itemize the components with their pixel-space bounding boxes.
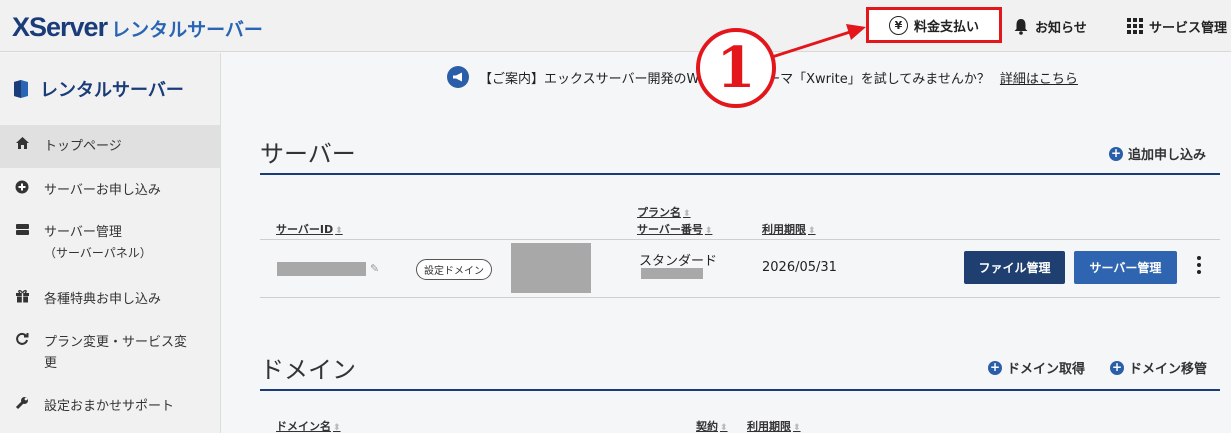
transfer-domain-link[interactable]: + ドメイン移管 [1110, 358, 1207, 377]
expiry-value: 2026/05/31 [762, 260, 837, 275]
sidebar-item-label: 設定おまかせサポート [44, 399, 175, 414]
sidebar-item-label: サーバー管理 [44, 225, 122, 240]
sidebar-item-benefits[interactable]: 各種特典お申し込み [0, 278, 220, 322]
add-server-label: 追加申し込み [1128, 148, 1207, 163]
top-header: XServer レンタルサーバー ¥ 料金支払い お知らせ サービス管理 [0, 0, 1231, 52]
col-domain-name[interactable]: ドメイン名 ⬍ [276, 418, 341, 433]
add-server-link[interactable]: + 追加申し込み [1109, 144, 1206, 163]
col-contract[interactable]: 契約 ⬍ [696, 418, 728, 433]
sort-icon: ⬍ [793, 423, 801, 433]
server-number-redacted [641, 268, 703, 279]
home-icon [14, 136, 30, 154]
domain-redacted [511, 243, 591, 293]
server-id-redacted [277, 262, 366, 276]
wrench-icon [14, 396, 30, 414]
plus-circle-icon [14, 180, 30, 198]
announcement-details-link[interactable]: 詳細はこちら [1000, 68, 1078, 87]
plus-circle-icon: + [1110, 359, 1124, 375]
sidebar-item-setup-support[interactable]: 設定おまかせサポート [0, 386, 220, 430]
sidebar-title-label: レンタルサーバー [40, 80, 184, 101]
table-header-rule [260, 239, 1220, 240]
sidebar-item-server-apply[interactable]: サーバーお申し込み [0, 168, 220, 212]
sidebar-item-sublabel: （サーバーパネル） [44, 246, 152, 260]
payment-label: 料金支払い [913, 19, 979, 35]
grid-icon [1127, 18, 1143, 34]
col-expiry[interactable]: 利用期限 ⬍ [762, 221, 816, 237]
col-server-id[interactable]: サーバーID ⬍ [276, 221, 343, 237]
server-section-title: サーバー [260, 140, 356, 168]
refresh-icon [14, 332, 30, 350]
domain-section-title: ドメイン [260, 356, 356, 384]
logo-sub-text: レンタルサーバー [111, 19, 263, 41]
col-plan-name[interactable]: プラン名 ⬍ [637, 204, 691, 220]
notice-label: お知らせ [1035, 20, 1087, 36]
table-row-rule [260, 297, 1220, 298]
service-menu-button[interactable]: サービス管理 [1127, 0, 1227, 52]
sort-icon: ⬍ [335, 226, 343, 236]
sidebar-item-server-manage[interactable]: サーバー管理 （サーバーパネル） [0, 212, 220, 278]
sidebar-item-label: トップページ [44, 139, 122, 154]
server-panel-button[interactable]: サーバー管理 [1074, 251, 1177, 284]
plus-circle-icon: + [1109, 145, 1123, 161]
plan-name-value: スタンダード [639, 254, 718, 269]
annotation-step-marker: 1 [696, 28, 776, 108]
sidebar-item-label: プラン変更・サービス変 [44, 335, 188, 350]
sidebar-title[interactable]: レンタルサーバー [0, 53, 220, 125]
sidebar-item-sublabel: 更 [44, 356, 58, 371]
server-section-rule [260, 173, 1220, 175]
sort-icon: ⬍ [808, 226, 816, 236]
bell-icon [1014, 18, 1028, 35]
sidebar-item-plan-change[interactable]: プラン変更・サービス変 更 [0, 322, 220, 386]
col-domain-expiry[interactable]: 利用期限 ⬍ [747, 418, 801, 433]
edit-pencil-icon[interactable]: ✎ [370, 262, 379, 275]
gift-icon [14, 289, 30, 307]
service-label: サービス管理 [1149, 20, 1228, 36]
sidebar: レンタルサーバー トップページ サーバーお申し込み サーバー管理 （サーバーパネ… [0, 53, 221, 433]
yen-icon: ¥ [888, 15, 908, 35]
server-shield-icon [14, 80, 28, 98]
xserver-logo[interactable]: XServer レンタルサーバー [12, 12, 263, 43]
notice-button[interactable]: お知らせ [1013, 0, 1087, 52]
acquire-domain-label: ドメイン取得 [1007, 362, 1086, 377]
logo-main-text: XServer [12, 12, 108, 42]
col-server-number[interactable]: サーバー番号 ⬍ [637, 221, 712, 237]
sort-icon: ⬍ [720, 423, 728, 433]
sort-icon: ⬍ [683, 209, 691, 219]
transfer-domain-label: ドメイン移管 [1129, 362, 1208, 377]
payment-button[interactable]: ¥ 料金支払い [866, 7, 1002, 43]
acquire-domain-link[interactable]: + ドメイン取得 [988, 358, 1085, 377]
server-icon [14, 222, 30, 240]
settings-domain-tag: 設定ドメイン [416, 259, 492, 280]
file-manager-button[interactable]: ファイル管理 [964, 251, 1065, 284]
more-options-icon[interactable] [1197, 256, 1201, 274]
sort-icon: ⬍ [333, 423, 341, 433]
sidebar-item-label: サーバーお申し込み [44, 183, 161, 198]
plus-circle-icon: + [988, 359, 1002, 375]
sort-icon: ⬍ [704, 226, 713, 236]
sidebar-item-top[interactable]: トップページ [0, 125, 220, 168]
sidebar-item-label: 各種特典お申し込み [44, 292, 162, 307]
megaphone-icon [447, 66, 469, 88]
domain-section-rule [260, 389, 1220, 391]
